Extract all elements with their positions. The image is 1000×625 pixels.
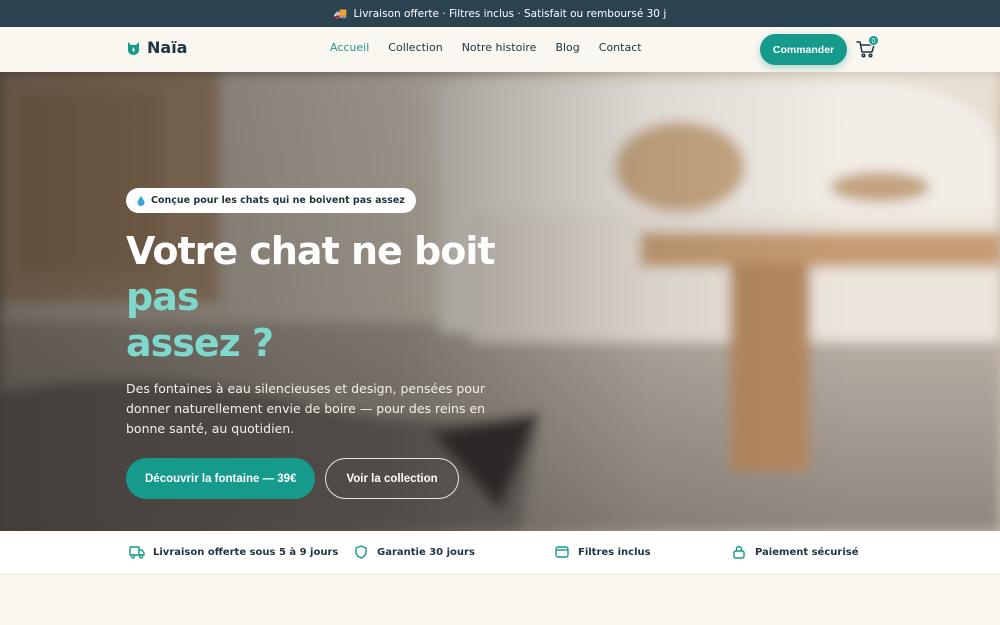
headline-text: Votre chat ne boit <box>126 229 496 273</box>
feature-filters: Filtres inclus <box>554 545 651 559</box>
site-header: Naïa Accueil Collection Notre histoire B… <box>0 27 1000 72</box>
hero-badge-text: Conçue pour les chats qui ne boivent pas… <box>151 195 405 206</box>
nav-item-notre-histoire[interactable]: Notre histoire <box>462 41 537 54</box>
hero-headline: Votre chat ne boit pas assez ? <box>126 228 546 366</box>
announcement-text: Livraison offerte · Filtres inclus · Sat… <box>353 7 667 20</box>
headline-accent-2: assez ? <box>126 321 274 365</box>
hero-content: Conçue pour les chats qui ne boivent pas… <box>126 188 546 499</box>
hero-badge: Conçue pour les chats qui ne boivent pas… <box>126 188 416 213</box>
feature-delivery: Livraison offerte sous 5 à 9 jours <box>129 545 338 559</box>
hero: Conçue pour les chats qui ne boivent pas… <box>0 72 1000 531</box>
order-button[interactable]: Commander <box>760 34 847 65</box>
lock-icon <box>733 545 745 559</box>
brand-name: Naïa <box>147 38 188 57</box>
logo[interactable]: Naïa <box>127 38 187 57</box>
feature-guarantee: Garantie 30 jours <box>353 545 475 559</box>
feature-label: Livraison offerte sous 5 à 9 jours <box>153 546 339 558</box>
water-drop-icon <box>137 195 145 206</box>
announcement-bar: 🚚 Livraison offerte · Filtres inclus · S… <box>0 0 1000 27</box>
features-bar: Livraison offerte sous 5 à 9 jours Garan… <box>0 531 1000 575</box>
nav-item-collection[interactable]: Collection <box>388 41 442 54</box>
discover-fountain-button[interactable]: Découvrir la fontaine — 39€ <box>126 458 316 499</box>
view-collection-button[interactable]: Voir la collection <box>325 458 459 499</box>
main-nav: Accueil Collection Notre histoire Blog C… <box>330 41 642 54</box>
feature-payment: Paiement sécurisé <box>731 545 858 559</box>
hero-ctas: Découvrir la fontaine — 39€ Voir la coll… <box>126 458 546 499</box>
filter-icon <box>555 546 569 558</box>
nav-item-accueil[interactable]: Accueil <box>330 41 369 54</box>
feature-label: Paiement sécurisé <box>755 546 859 558</box>
feature-label: Garantie 30 jours <box>377 546 475 558</box>
cart-count-badge: 0 <box>868 35 879 46</box>
hero-subtext: Des fontaines à eau silencieuses et desi… <box>126 381 486 436</box>
page-continuation <box>0 575 1000 625</box>
shield-icon <box>355 545 367 559</box>
nav-item-blog[interactable]: Blog <box>555 41 579 54</box>
feature-label: Filtres inclus <box>578 546 651 558</box>
cat-logo-icon <box>128 41 139 55</box>
truck-emoji-icon: 🚚 <box>333 7 348 20</box>
truck-icon <box>129 546 145 559</box>
headline-accent-1: pas <box>126 275 199 319</box>
nav-item-contact[interactable]: Contact <box>599 41 642 54</box>
